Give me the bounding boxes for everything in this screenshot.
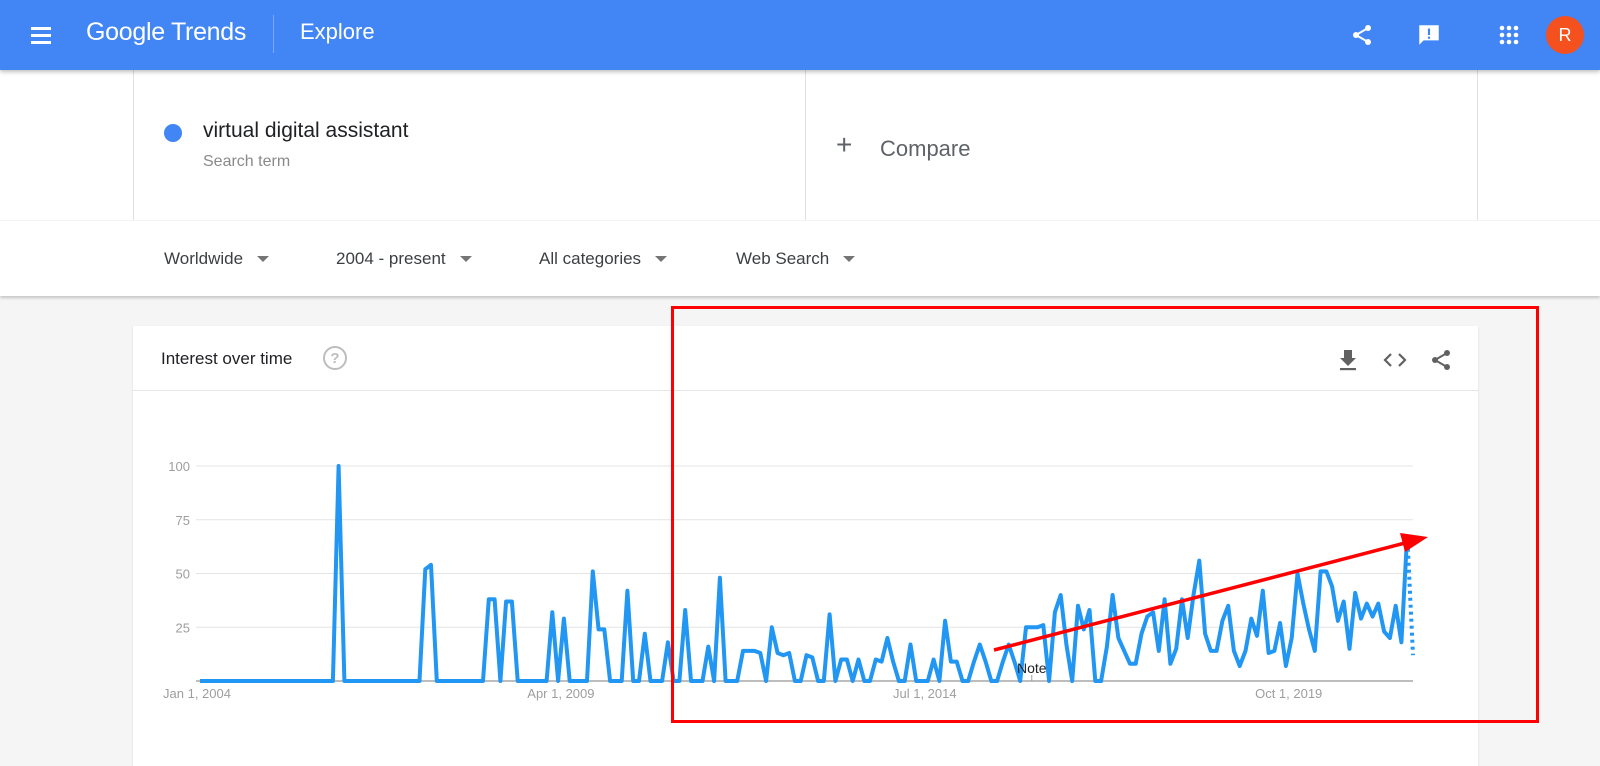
filter-category[interactable]: All categories	[539, 249, 668, 269]
caret-down-icon	[257, 256, 270, 262]
filter-region[interactable]: Worldwide	[164, 249, 270, 269]
account-avatar[interactable]: R	[1546, 16, 1584, 54]
hamburger-menu-icon	[31, 27, 51, 30]
search-term-card[interactable]: virtual digital assistant Search term	[133, 70, 806, 220]
hamburger-menu-icon-line	[31, 34, 51, 37]
main-menu-button[interactable]	[26, 21, 56, 49]
feedback-button[interactable]	[1412, 18, 1446, 52]
share-button[interactable]	[1345, 18, 1379, 52]
compare-button[interactable]: + Compare	[806, 70, 1478, 220]
apps-button[interactable]	[1492, 18, 1526, 52]
filter-search-type[interactable]: Web Search	[736, 249, 856, 269]
embed-button[interactable]	[1381, 346, 1409, 374]
hamburger-menu-icon-line	[31, 41, 51, 44]
filters-bar: Worldwide 2004 - present All categories …	[0, 221, 1600, 296]
google-trends-logo[interactable]: Google Trends	[86, 18, 246, 47]
interest-over-time-card: Interest over time ?	[133, 326, 1478, 766]
help-icon[interactable]: ?	[323, 346, 347, 370]
search-term-name[interactable]: virtual digital assistant	[203, 119, 408, 143]
share-chart-button[interactable]	[1427, 346, 1455, 374]
header-divider	[273, 15, 274, 53]
card-divider	[133, 390, 1478, 391]
filter-category-label: All categories	[539, 249, 642, 268]
compare-label: Compare	[880, 136, 971, 161]
page-title: Explore	[300, 19, 375, 44]
filter-search-type-label: Web Search	[736, 249, 830, 268]
card-title: Interest over time	[161, 349, 293, 368]
feedback-icon	[1419, 25, 1439, 45]
embed-code-icon	[1383, 353, 1407, 367]
download-icon	[1340, 350, 1356, 371]
search-term-type: Search term	[203, 153, 291, 170]
top-app-bar: Google Trends Explore R	[0, 0, 1600, 70]
apps-grid-icon	[1499, 25, 1519, 45]
share-icon	[1432, 350, 1450, 370]
plus-icon: +	[836, 129, 853, 160]
share-icon	[1353, 25, 1371, 45]
caret-down-icon	[843, 256, 856, 262]
download-csv-button[interactable]	[1334, 346, 1362, 374]
filter-region-label: Worldwide	[164, 249, 244, 268]
filter-time-range[interactable]: 2004 - present	[336, 249, 472, 269]
filter-time-label: 2004 - present	[336, 249, 446, 268]
caret-down-icon	[655, 256, 668, 262]
caret-down-icon	[459, 256, 472, 262]
term-color-dot	[164, 124, 182, 142]
search-terms-bar: virtual digital assistant Search term + …	[0, 70, 1600, 220]
